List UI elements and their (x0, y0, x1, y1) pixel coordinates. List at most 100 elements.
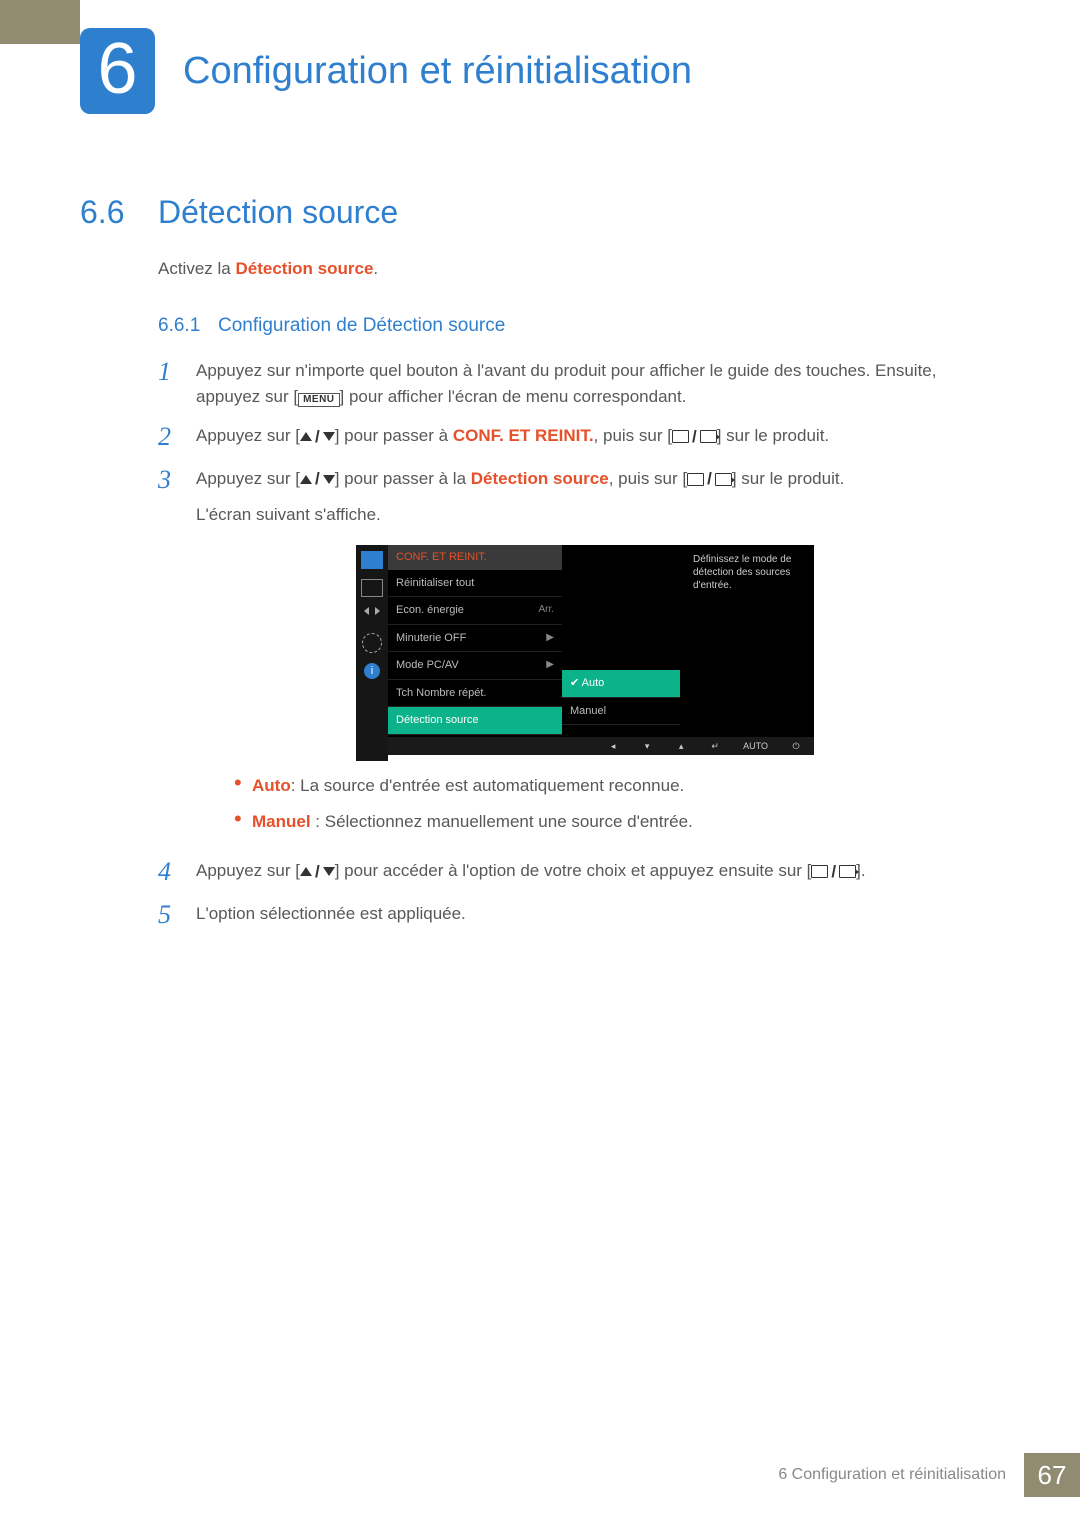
bullet-list: • Auto: La source d'entrée est automatiq… (234, 773, 970, 834)
osd-sidebar: i (356, 545, 388, 761)
osd-item: Econ. énergie Arr. (388, 597, 562, 625)
chapter-badge: 6 (80, 28, 155, 114)
slash-icon: / (707, 466, 712, 492)
osd-item-selected: Détection source (388, 707, 562, 735)
subsection-title: Configuration de Détection source (218, 312, 505, 341)
osd-item-val: ▶ (546, 630, 554, 647)
rect-icon (811, 865, 828, 878)
step3-bold: Détection source (471, 469, 609, 488)
osd-item-label: Réinitialiser tout (396, 575, 474, 592)
step-3: 3 Appuyez sur [/] pour passer à la Détec… (158, 466, 970, 845)
triangle-down-icon (323, 867, 335, 876)
osd-options: Auto Manuel (562, 670, 680, 725)
step2-text-b: ] pour passer à (335, 426, 453, 445)
osd-bar-down-icon: ▾ (641, 740, 653, 754)
triangle-up-icon (300, 475, 312, 484)
osd-menu-title: CONF. ET REINIT. (388, 545, 562, 570)
step-num-3: 3 (158, 466, 196, 845)
step-1-body: Appuyez sur n'importe quel bouton à l'av… (196, 358, 970, 409)
section-title: Détection source (158, 194, 398, 231)
bullet-dot-icon: • (234, 773, 252, 799)
step3-text-c: , puis sur [ (609, 469, 687, 488)
page-header: 6 Configuration et réinitialisation (80, 28, 1020, 114)
step-4-body: Appuyez sur [/] pour accéder à l'option … (196, 858, 970, 887)
bullet-auto: • Auto: La source d'entrée est automatiq… (234, 773, 970, 799)
osd-item: Réinitialiser tout (388, 570, 562, 598)
body-content: Activez la Détection source. 6.6.1 Confi… (158, 256, 970, 944)
osd-item-label: Détection source (396, 712, 479, 729)
osd-option: Manuel (562, 698, 680, 726)
triangle-up-icon (300, 867, 312, 876)
step-num-1: 1 (158, 358, 196, 409)
intro-bold: Détection source (235, 259, 373, 278)
bullet-rest: : La source d'entrée est automatiquement… (291, 776, 685, 795)
osd-item-label: Mode PC/AV (396, 657, 459, 674)
bullet-text: Manuel : Sélectionnez manuellement une s… (252, 809, 693, 835)
osd-icon-monitor (361, 551, 383, 569)
osd-icon-gear (362, 633, 382, 653)
osd-item-val: Arr. (538, 602, 554, 619)
step-num-4: 4 (158, 858, 196, 887)
bullet-manuel: • Manuel : Sélectionnez manuellement une… (234, 809, 970, 835)
rect-arrow-icon (715, 473, 732, 486)
rect-icon (687, 473, 704, 486)
page-footer: 6 Configuration et réinitialisation 67 (778, 1453, 1080, 1497)
osd-item: Minuterie OFF ▶ (388, 625, 562, 653)
page: 6 Configuration et réinitialisation 6.6 … (0, 0, 1080, 1527)
osd-item-label: Tch Nombre répét. (396, 685, 486, 702)
triangle-up-icon (300, 432, 312, 441)
top-stripe (0, 0, 80, 44)
step3-text-b: ] pour passer à la (335, 469, 471, 488)
bullet-dot-icon: • (234, 809, 252, 835)
triangle-down-icon (323, 475, 335, 484)
intro-prefix: Activez la (158, 259, 235, 278)
subsection-heading: 6.6.1 Configuration de Détection source (158, 312, 970, 341)
rect-pair-icon: / (672, 424, 717, 450)
step-5: 5 L'option sélectionnée est appliquée. (158, 901, 970, 930)
bullet-text: Auto: La source d'entrée est automatique… (252, 773, 684, 799)
osd-icon-list (361, 579, 383, 597)
osd-icon-arrows (362, 607, 382, 623)
rect-arrow-icon (700, 430, 717, 443)
step2-bold: CONF. ET REINIT. (453, 426, 594, 445)
step3-tail: L'écran suivant s'affiche. (196, 502, 970, 528)
step2-text-a: Appuyez sur [ (196, 426, 300, 445)
osd-bar-left-icon: ◂ (607, 740, 619, 754)
osd-item-val: ▶ (546, 657, 554, 674)
subsection-number: 6.6.1 (158, 312, 218, 341)
osd-item-label: Econ. énergie (396, 602, 464, 619)
up-down-icon: / (300, 466, 335, 492)
step-5-body: L'option sélectionnée est appliquée. (196, 901, 970, 930)
rect-pair-icon: / (811, 859, 856, 885)
rect-pair-icon: / (687, 466, 732, 492)
rect-arrow-icon (839, 865, 856, 878)
slash-icon: / (831, 859, 836, 885)
slash-icon: / (315, 466, 320, 492)
intro-suffix: . (373, 259, 378, 278)
osd-item-label: Minuterie OFF (396, 630, 466, 647)
step2-text-c: , puis sur [ (594, 426, 672, 445)
section-heading: 6.6 Détection source (80, 194, 1020, 231)
osd-description: Définissez le mode de détection des sour… (693, 553, 808, 592)
osd-item: Mode PC/AV ▶ (388, 652, 562, 680)
bullet-bold: Auto (252, 776, 291, 795)
section-number: 6.6 (80, 194, 158, 231)
bullet-bold: Manuel (252, 812, 311, 831)
osd-bar-up-icon: ▴ (675, 740, 687, 754)
step-2: 2 Appuyez sur [/] pour passer à CONF. ET… (158, 423, 970, 452)
step-3-body: Appuyez sur [/] pour passer à la Détecti… (196, 466, 970, 845)
osd-bottom-bar: ◂ ▾ ▴ ↵ AUTO ⏻ (388, 737, 814, 755)
step-2-body: Appuyez sur [/] pour passer à CONF. ET R… (196, 423, 970, 452)
osd-icon-info: i (364, 663, 380, 679)
osd-screenshot: i CONF. ET REINIT. Réinitialiser tout Ec… (356, 545, 814, 755)
osd-item: Tch Nombre répét. (388, 680, 562, 708)
up-down-icon: / (300, 424, 335, 450)
footer-page-number: 67 (1024, 1453, 1080, 1497)
menu-icon: MENU (298, 393, 339, 407)
osd-bar-power-icon: ⏻ (790, 740, 802, 754)
intro-line: Activez la Détection source. (158, 256, 970, 282)
bullet-rest: : Sélectionnez manuellement une source d… (311, 812, 693, 831)
step2-text-d: ] sur le produit. (717, 426, 829, 445)
osd-bar-auto: AUTO (743, 740, 768, 754)
osd-bar-enter-icon: ↵ (709, 740, 721, 754)
